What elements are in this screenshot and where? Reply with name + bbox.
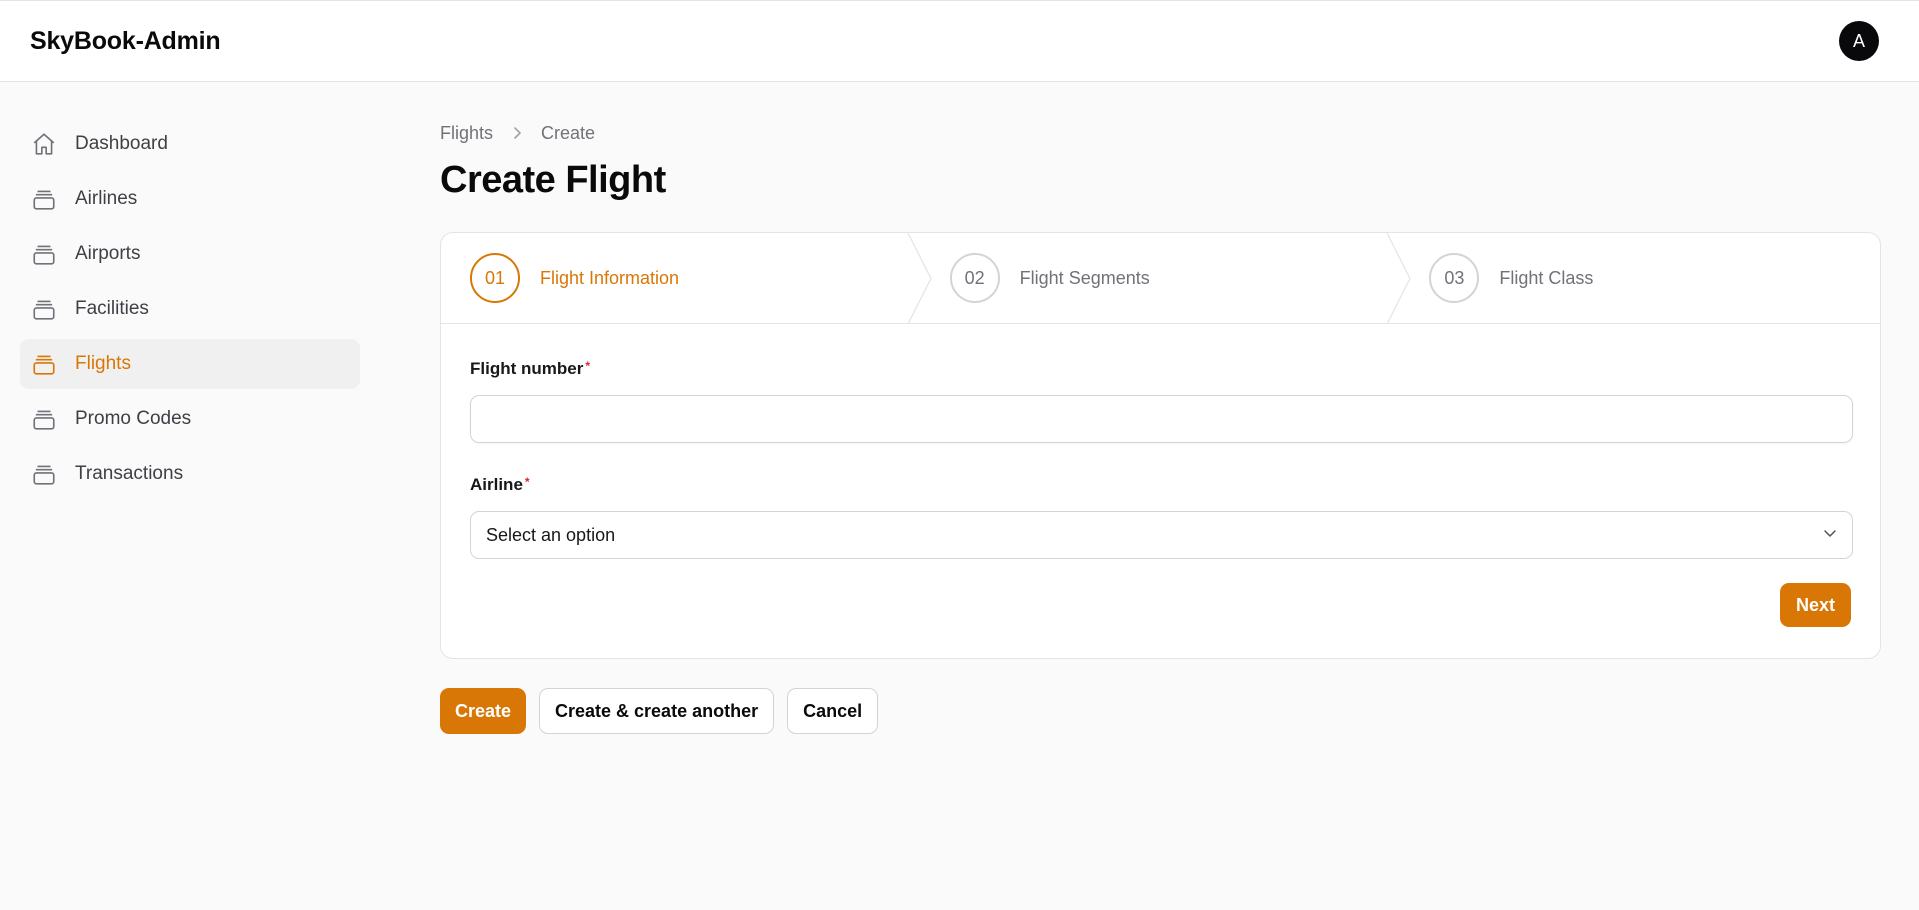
sidebar-item-transactions[interactable]: Transactions <box>20 449 360 499</box>
stack-icon <box>31 406 57 432</box>
flight-number-input[interactable] <box>470 395 1853 443</box>
required-marker: * <box>524 475 530 489</box>
brand-name[interactable]: SkyBook-Admin <box>30 27 221 56</box>
flight-info-form: Flight number * Airline * Select an option <box>441 359 1880 559</box>
breadcrumb-flights-link[interactable]: Flights <box>440 123 493 144</box>
airline-select[interactable]: Select an option <box>470 511 1853 559</box>
stack-icon <box>31 241 57 267</box>
sidebar-item-facilities[interactable]: Facilities <box>20 284 360 334</box>
step-number: 02 <box>949 253 1000 303</box>
sidebar-item-label: Transactions <box>75 463 184 484</box>
step-label: Flight Segments <box>1019 267 1150 288</box>
sidebar-item-airlines[interactable]: Airlines <box>20 174 360 224</box>
create-another-button[interactable]: Create & create another <box>539 688 775 734</box>
sidebar-item-label: Facilities <box>75 298 149 319</box>
sidebar: Dashboard Airlines Airports Facilities F… <box>20 119 360 504</box>
step-label: Flight Class <box>1499 267 1594 288</box>
home-icon <box>31 131 57 157</box>
step-number: 03 <box>1429 253 1480 303</box>
cancel-button[interactable]: Cancel <box>787 688 879 734</box>
page-title: Create Flight <box>440 159 666 201</box>
top-bar: SkyBook-Admin A <box>0 0 1919 82</box>
sidebar-item-flights[interactable]: Flights <box>20 339 360 389</box>
wizard-steps: 01 Flight Information 02 Flight Segments… <box>441 233 1880 324</box>
step-flight-information[interactable]: 01 Flight Information <box>441 233 932 324</box>
step-label: Flight Information <box>540 267 680 288</box>
wizard-card: 01 Flight Information 02 Flight Segments… <box>440 232 1881 659</box>
breadcrumb: Flights Create <box>440 119 1881 147</box>
sidebar-item-airports[interactable]: Airports <box>20 229 360 279</box>
airline-select-value: Select an option <box>486 524 616 545</box>
sidebar-item-label: Flights <box>75 353 131 374</box>
airline-label-text: Airline <box>470 475 523 494</box>
sidebar-item-label: Airlines <box>75 188 138 209</box>
chevron-down-icon <box>1822 525 1838 546</box>
sidebar-item-dashboard[interactable]: Dashboard <box>20 119 360 169</box>
required-marker: * <box>585 359 590 373</box>
sidebar-item-label: Dashboard <box>75 133 168 154</box>
stack-icon <box>31 296 57 322</box>
create-button[interactable]: Create <box>440 688 526 734</box>
flight-number-label-text: Flight number <box>470 359 584 378</box>
step-flight-segments[interactable]: 02 Flight Segments <box>921 233 1412 324</box>
chevron-right-icon <box>510 126 524 140</box>
user-avatar[interactable]: A <box>1839 21 1879 61</box>
sidebar-item-label: Promo Codes <box>75 408 192 429</box>
step-flight-class[interactable]: 03 Flight Class <box>1400 233 1880 323</box>
sidebar-item-label: Airports <box>75 243 141 264</box>
next-button[interactable]: Next <box>1780 583 1851 627</box>
breadcrumb-current: Create <box>541 122 596 143</box>
stack-icon <box>31 461 57 487</box>
sidebar-item-promo-codes[interactable]: Promo Codes <box>20 394 360 444</box>
main-content: Flights Create Create Flight 01 Flight I… <box>440 119 1881 734</box>
stack-icon <box>31 186 57 212</box>
form-actions: Create Create & create another Cancel <box>440 688 1881 734</box>
flight-number-label: Flight number * <box>470 359 1851 381</box>
airline-label: Airline * <box>470 475 1851 497</box>
step-number: 01 <box>470 253 520 303</box>
stack-icon <box>31 351 57 377</box>
